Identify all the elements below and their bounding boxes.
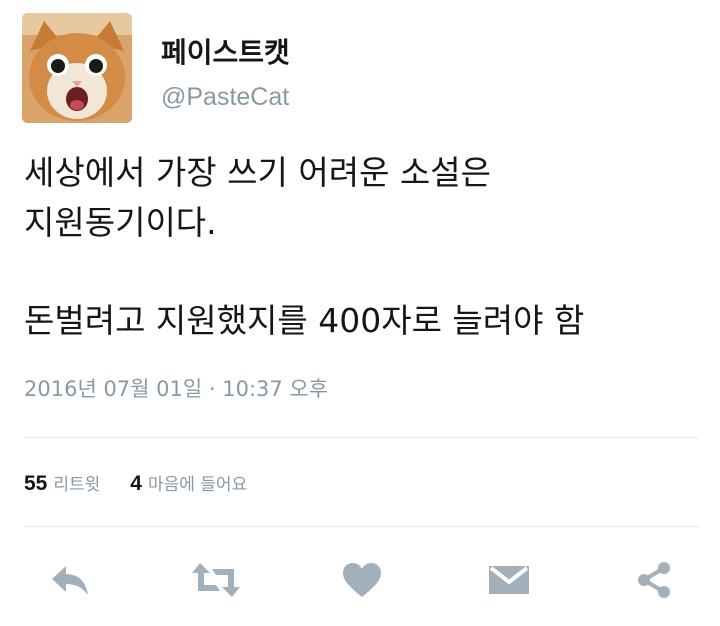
tweet-header: 페이스트캣 @PasteCat [22, 13, 682, 125]
retweet-icon [192, 563, 240, 597]
tweet-text-line: 돈벌려고 지원했지를 400자로 늘려야 함 [24, 301, 585, 340]
tweet-text-line [24, 248, 694, 296]
divider [24, 437, 698, 438]
retweet-count: 55 [24, 472, 48, 495]
tweet-stats: 55 리트윗 4 마음에 들어요 [24, 470, 247, 496]
user-handle[interactable]: @PasteCat [161, 83, 289, 112]
avatar[interactable] [22, 13, 132, 123]
reply-button[interactable] [44, 554, 96, 606]
retweet-label: 리트윗 [53, 475, 101, 495]
heart-icon [343, 563, 381, 597]
direct-message-button[interactable] [483, 554, 535, 606]
reply-icon [52, 566, 88, 595]
like-stat[interactable]: 4 마음에 들어요 [130, 471, 247, 495]
direct-message-icon [489, 566, 529, 594]
tweet-text: 세상에서 가장 쓰기 어려운 소설은 지원동기이다. 돈벌려고 지원했지를 40… [24, 148, 694, 346]
tweet-text-line: 지원동기이다. [24, 203, 217, 242]
share-icon [638, 562, 670, 598]
retweet-button[interactable] [190, 554, 242, 606]
tweet-actions [0, 548, 720, 608]
like-button[interactable] [336, 554, 388, 606]
retweet-stat[interactable]: 55 리트윗 [24, 471, 100, 495]
like-label: 마음에 들어요 [147, 475, 248, 495]
display-name[interactable]: 페이스트캣 [161, 31, 290, 71]
like-count: 4 [130, 472, 142, 495]
divider [24, 526, 698, 527]
share-button[interactable] [628, 554, 680, 606]
tweet-timestamp[interactable]: 2016년 07월 01일 · 10:37 오후 [24, 373, 328, 403]
tweet-text-line: 세상에서 가장 쓰기 어려운 소설은 [24, 153, 491, 192]
